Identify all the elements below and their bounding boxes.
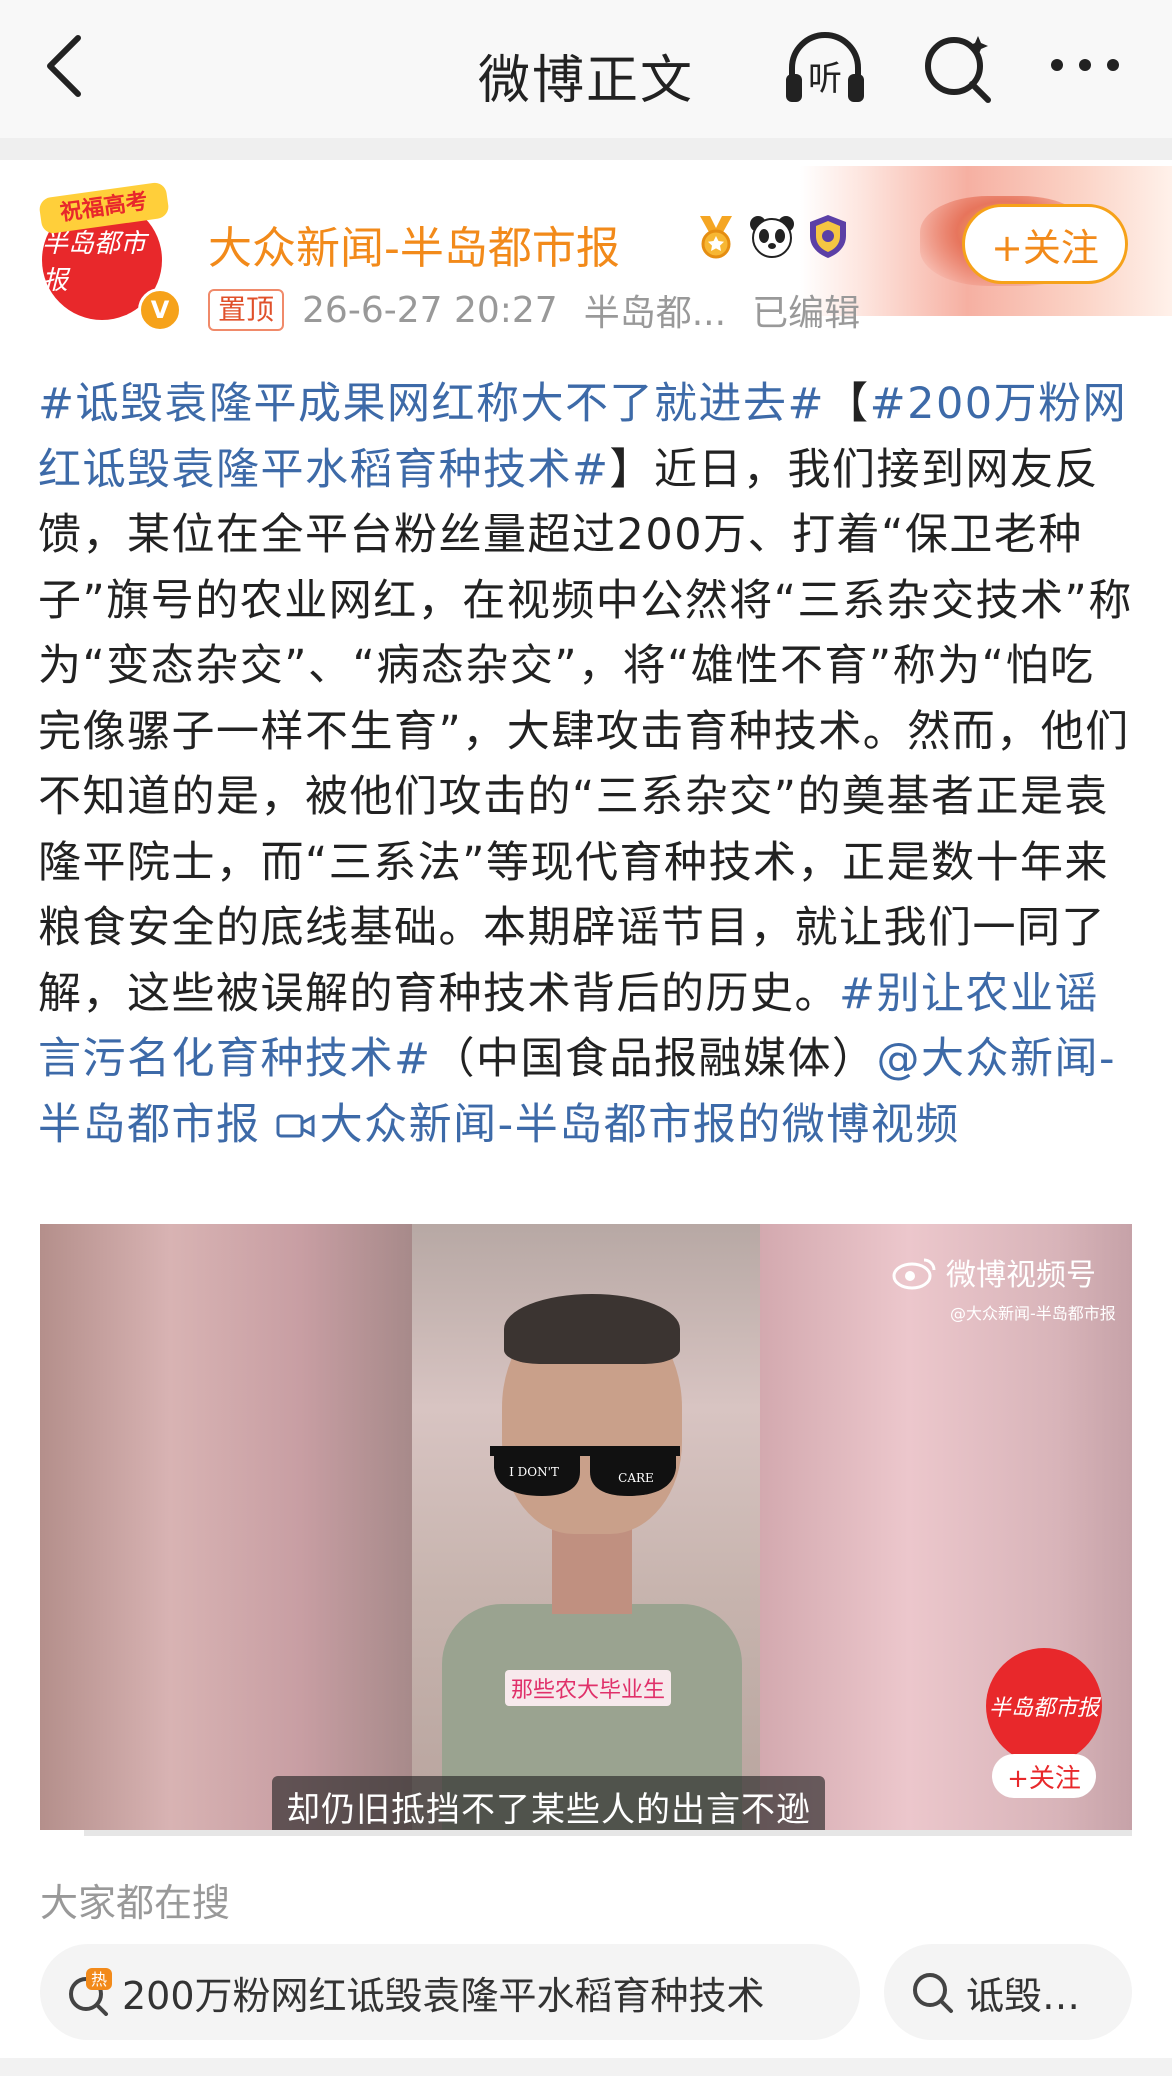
watermark-title: 微博视频号	[946, 1258, 1096, 1293]
on-screen-label: 那些农大毕业生	[505, 1670, 672, 1706]
glasses-left-text: I DON'T	[509, 1465, 559, 1479]
hot-search-icon: 热	[69, 1968, 112, 2016]
video-follow-button[interactable]: +关注	[992, 1754, 1096, 1798]
listen-label: 听	[808, 59, 842, 99]
glasses-right-text: CARE	[618, 1471, 654, 1485]
headphones-listen-icon[interactable]: 听	[780, 28, 870, 108]
search-icon	[913, 1973, 953, 2013]
pinned-tag: 置顶	[208, 289, 285, 331]
more-options-icon[interactable]	[1045, 45, 1125, 85]
post-body: #诋毁袁隆平成果网红称大不了就进去#【#200万粉网红诋毁袁隆平水稻育种技术#】…	[38, 372, 1138, 1158]
panda-badge-icon[interactable]	[748, 212, 796, 260]
video-blur-left	[40, 1224, 412, 1836]
bottom-divider	[0, 2058, 1172, 2076]
section-divider	[0, 138, 1172, 160]
video-progress-bar[interactable]	[40, 1830, 1132, 1836]
post-time: 26-6-27 20:27	[302, 289, 558, 331]
trending-label: 大家都在搜	[40, 1881, 231, 1925]
top-nav-bar: 微博正文 听	[0, 0, 1172, 138]
video-progress-fill	[40, 1830, 84, 1836]
follow-button[interactable]: +关注	[962, 204, 1128, 284]
post-text: （中国食品报融媒体）	[431, 1034, 877, 1084]
trending-chip[interactable]: 诋毁…	[884, 1944, 1132, 2040]
post-text	[261, 1100, 276, 1150]
person-hair	[504, 1294, 680, 1364]
hashtag-link[interactable]: #诋毁袁隆平成果网红称大不了就进去#	[38, 379, 825, 429]
police-shield-badge-icon[interactable]	[804, 212, 852, 260]
video-camera-icon	[276, 1113, 315, 1138]
post-meta: 置顶 26-6-27 20:27 半岛都... 已编辑	[208, 288, 886, 334]
video-channel-logo[interactable]: 半岛都市报	[986, 1648, 1102, 1764]
trending-chip[interactable]: 热 200万粉网红诋毁袁隆平水稻育种技术	[40, 1944, 860, 2040]
video-frame: I DON'T CARE	[412, 1224, 760, 1836]
sunglasses-sticker: I DON'T CARE	[490, 1446, 680, 1496]
video-player[interactable]: I DON'T CARE 微博视频号 @大众新闻-半岛都市报 那些农大毕业生 却…	[40, 1224, 1132, 1836]
verified-badge-icon: V	[138, 288, 182, 332]
author-name[interactable]: 大众新闻-半岛都市报	[208, 212, 620, 276]
video-link[interactable]: 大众新闻-半岛都市报的微博视频	[276, 1100, 960, 1150]
trending-chip-label: 诋毁…	[966, 1973, 1081, 2018]
hot-tag: 热	[91, 1970, 107, 1989]
post-source: 半岛都...	[583, 293, 727, 334]
avatar[interactable]: 半岛都市报 祝福高考 V	[38, 181, 182, 332]
person-neck	[552, 1524, 632, 1614]
weibo-eye-icon	[892, 1258, 936, 1290]
trending-chips: 热 200万粉网红诋毁袁隆平水稻育种技术 诋毁…	[40, 1944, 1172, 2040]
video-watermark: 微博视频号 @大众新闻-半岛都市报	[890, 1250, 1116, 1324]
search-icon[interactable]	[920, 28, 1000, 108]
post-header: 半岛都市报 祝福高考 V 大众新闻-半岛都市报 +关注 置顶 26-6-27 2…	[0, 160, 1172, 360]
trending-chip-label: 200万粉网红诋毁袁隆平水稻育种技术	[122, 1973, 765, 2018]
video-link-label: 大众新闻-半岛都市报的微博视频	[319, 1099, 960, 1150]
edited-label[interactable]: 已编辑	[752, 284, 860, 336]
post-text: 】近日，我们接到网友反馈，某位在全平台粉丝量超过200万、打着“保卫老种子”旗号…	[38, 444, 1133, 1019]
video-subtitle: 却仍旧抵挡不了某些人的出言不逊	[272, 1776, 825, 1836]
post-text: 【	[825, 379, 870, 429]
gold-medal-badge-icon[interactable]	[692, 212, 740, 260]
watermark-subtitle: @大众新闻-半岛都市报	[950, 1304, 1116, 1323]
